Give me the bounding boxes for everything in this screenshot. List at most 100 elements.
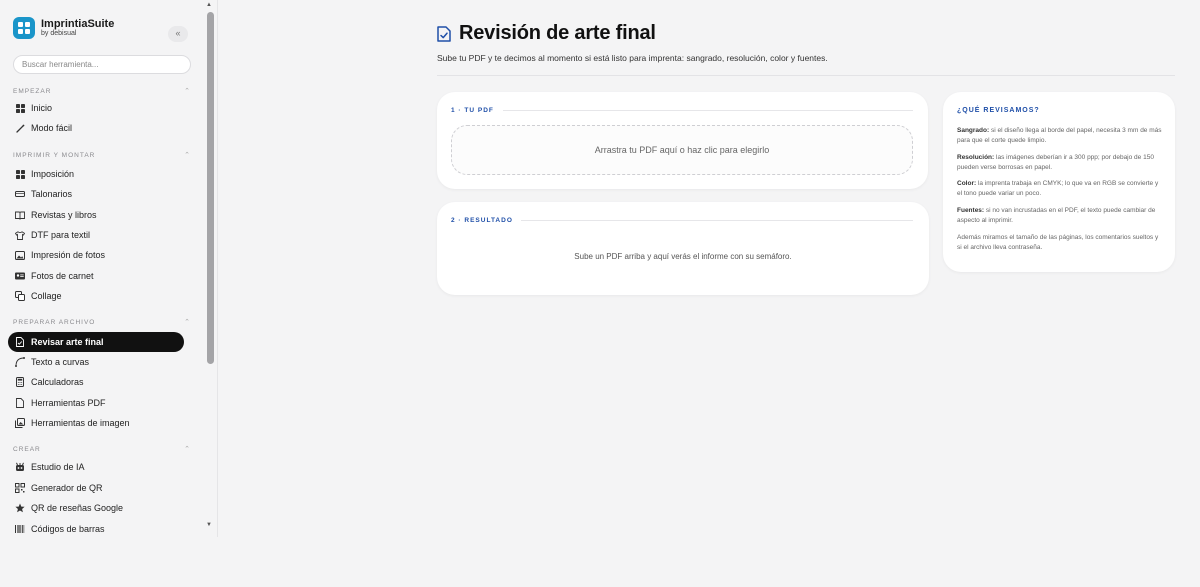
id-card-icon [15,271,25,281]
card-divider [521,220,913,221]
sidebar-item-qr-resenas[interactable]: QR de reseñas Google [8,498,184,518]
section-empezar[interactable]: EMPEZAR ⌃ [13,87,193,97]
sidebar-item-label: Fotos de carnet [31,271,94,281]
page-title: Revisión de arte final [437,22,656,45]
qr-icon [15,483,25,493]
page-subtitle: Sube tu PDF y te decimos al momento si e… [437,53,828,63]
info-item-sangrado: Sangrado: si el diseño llega al borde de… [957,126,1163,146]
curve-icon [15,357,25,367]
info-item-fuentes: Fuentes: si no van incrustadas en el PDF… [957,206,1163,226]
info-term: Fuentes: [957,207,985,214]
info-card: ¿QUÉ REVISAMOS? Sangrado: si el diseño l… [943,92,1175,272]
sidebar-item-estudio-ia[interactable]: Estudio de IA [8,457,184,477]
sidebar-item-label: Inicio [31,103,53,113]
sidebar-item-label: Herramientas de imagen [31,418,130,428]
sidebar-item-label: Herramientas PDF [31,398,106,408]
result-message: Sube un PDF arriba y aquí verás el infor… [574,252,792,261]
info-term: Sangrado: [957,127,990,134]
sidebar-item-herramientas-pdf[interactable]: Herramientas PDF [8,393,184,413]
info-text: Además miramos el tamaño de las páginas,… [957,234,1159,251]
sidebar-item-modo-facil[interactable]: Modo fácil [8,118,184,138]
section-title: EMPEZAR [13,88,52,95]
sidebar-item-dtf[interactable]: DTF para textil [8,225,184,245]
collage-icon [15,291,25,301]
sidebar-item-generador-qr[interactable]: Generador de QR [8,478,184,498]
header-divider [437,75,1175,76]
info-item-resolucion: Resolución: las imágenes deberían ir a 3… [957,153,1163,173]
sidebar-item-label: Calculadoras [31,377,84,387]
images-icon [15,418,25,428]
sidebar-scrollbar-thumb[interactable] [207,12,214,364]
app-logo-icon [13,17,35,39]
sidebar-item-label: Texto a curvas [31,357,90,367]
collapse-icon: « [175,28,181,38]
sidebar-item-label: Revisar arte final [31,337,104,347]
sidebar-item-label: Imposición [31,169,75,179]
sidebar-item-label: Revistas y libros [31,210,97,220]
page-title-text: Revisión de arte final [459,22,656,44]
sidebar-item-revistas[interactable]: Revistas y libros [8,205,184,225]
sidebar-item-label: Modo fácil [31,123,73,133]
sidebar-item-codigos-barras[interactable]: Códigos de barras [8,519,184,539]
sidebar-item-calculadoras[interactable]: Calculadoras [8,372,184,392]
sidebar-item-talonarios[interactable]: Talonarios [8,184,184,204]
search-input[interactable] [13,55,191,74]
barcode-icon [15,524,25,534]
collapse-sidebar-button[interactable]: « [168,26,188,42]
star-icon [15,503,25,513]
result-card: 2 · RESULTADO Sube un PDF arriba y aquí … [437,202,929,295]
info-text: la imprenta trabaja en CMYK; lo que va e… [957,180,1159,197]
file-check-icon [15,337,25,347]
sidebar-item-label: Talonarios [31,189,73,199]
sidebar-item-label: DTF para textil [31,230,91,240]
brand[interactable]: ImprintiaSuite by debisual [13,17,114,39]
grid-icon [15,169,25,179]
image-icon [15,250,25,260]
grid-icon [15,103,25,113]
sidebar-item-label: Collage [31,291,62,301]
info-item-ademas: Además miramos el tamaño de las páginas,… [957,233,1163,253]
sidebar-item-label: Impresión de fotos [31,250,106,260]
sidebar: ImprintiaSuite by debisual « EMPEZAR ⌃ I… [0,0,204,587]
chevron-up-icon: ⌃ [184,446,191,453]
info-term: Resolución: [957,154,995,161]
app-byline: by debisual [41,30,77,37]
sidebar-item-herramientas-imagen[interactable]: Herramientas de imagen [8,413,184,433]
section-preparar[interactable]: PREPARAR ARCHIVO ⌃ [13,318,193,328]
sidebar-item-inicio[interactable]: Inicio [8,98,184,118]
chevron-up-icon: ⌃ [184,152,191,159]
info-item-color: Color: la imprenta trabaja en CMYK; lo q… [957,179,1163,199]
sidebar-item-collage[interactable]: Collage [8,286,184,306]
scroll-down-arrow-icon[interactable]: ▼ [206,522,212,528]
sidebar-item-imposicion[interactable]: Imposición [8,164,184,184]
sidebar-divider [217,0,218,537]
scroll-up-arrow-icon[interactable]: ▲ [206,2,212,8]
dropzone-text: Arrastra tu PDF aquí o haz clic para ele… [594,145,770,155]
book-icon [15,210,25,220]
section-title: CREAR [13,446,41,453]
file-check-icon [437,25,451,42]
shirt-icon [15,230,25,240]
section-imprimir[interactable]: IMPRIMIR Y MONTAR ⌃ [13,151,193,161]
sidebar-item-impresion-fotos[interactable]: Impresión de fotos [8,245,184,265]
result-card-label: 2 · RESULTADO [451,217,513,224]
wand-icon [15,123,25,133]
sidebar-item-label: Códigos de barras [31,524,105,534]
sidebar-item-revisar-arte[interactable]: Revisar arte final [8,332,184,352]
info-text: si no van incrustadas en el PDF, el text… [957,207,1156,224]
calculator-icon [15,377,25,387]
info-term: Color: [957,180,977,187]
chevron-up-icon: ⌃ [184,88,191,95]
sidebar-item-texto-curvas[interactable]: Texto a curvas [8,352,184,372]
info-card-heading: ¿QUÉ REVISAMOS? [957,107,1040,114]
sidebar-item-fotos-carnet[interactable]: Fotos de carnet [8,266,184,286]
app-name: ImprintiaSuite [41,18,115,30]
pdf-dropzone[interactable]: Arrastra tu PDF aquí o haz clic para ele… [451,125,913,175]
robot-icon [15,462,25,472]
section-title: PREPARAR ARCHIVO [13,319,96,326]
sidebar-item-label: Estudio de IA [31,462,85,472]
ticket-icon [15,189,25,199]
upload-card: 1 · TU PDF Arrastra tu PDF aquí o haz cl… [437,92,928,189]
section-title: IMPRIMIR Y MONTAR [13,152,96,159]
section-crear[interactable]: CREAR ⌃ [13,445,193,455]
